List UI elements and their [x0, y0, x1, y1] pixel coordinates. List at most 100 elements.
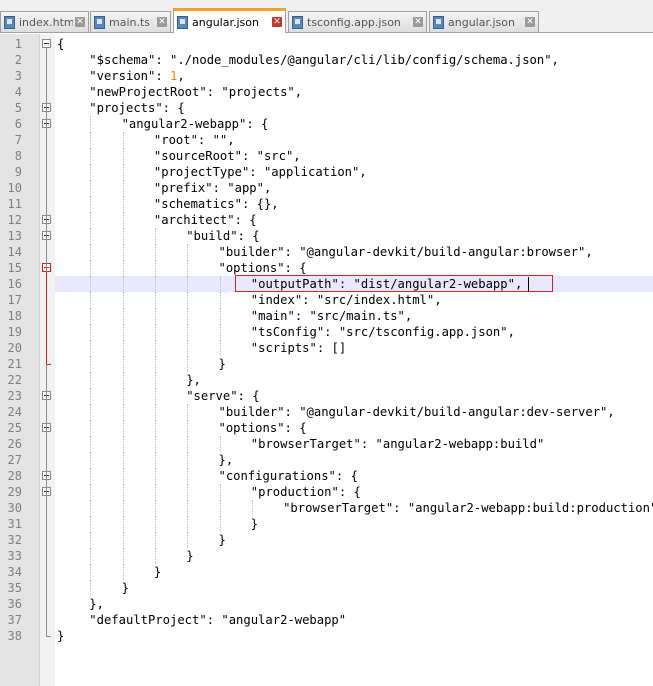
code-line[interactable]: 37 "defaultProject": "angular2-webapp" — [0, 612, 653, 628]
tab-angular-json-5[interactable]: angular.json ✕ — [429, 11, 539, 32]
code-text[interactable]: "browserTarget": "angular2-webapp:build" — [251, 436, 545, 452]
code-line[interactable]: 1{ — [0, 36, 653, 52]
code-text[interactable]: } — [57, 628, 64, 644]
code-text[interactable]: } — [186, 548, 193, 564]
code-line[interactable]: 12 "architect": { — [0, 212, 653, 228]
code-text[interactable]: "options": { — [219, 420, 307, 436]
code-text[interactable]: }, — [89, 596, 104, 612]
code-line[interactable]: 29 "production": { — [0, 484, 653, 500]
code-editor[interactable]: 1{2 "$schema": "./node_modules/@angular/c… — [0, 34, 653, 686]
indent-guide — [122, 516, 124, 532]
code-text[interactable]: "newProjectRoot": "projects", — [89, 84, 302, 100]
code-line[interactable]: 34} — [0, 564, 653, 580]
code-line[interactable]: 24 "builder": "@angular-devkit/build-angu… — [0, 404, 653, 420]
tab-tsconfig-app-json-4[interactable]: tsconfig.app.json ✕ — [288, 11, 427, 32]
line-number: 36 — [7, 597, 22, 611]
code-line[interactable]: 15 "options": { — [0, 260, 653, 276]
code-line[interactable]: 28 "configurations": { — [0, 468, 653, 484]
code-line[interactable]: 22}, — [0, 372, 653, 388]
code-line[interactable]: 20 "scripts": [] — [0, 340, 653, 356]
indent-guide — [90, 180, 92, 196]
code-text[interactable]: "scripts": [] — [251, 340, 346, 356]
code-text[interactable]: "build": { — [186, 228, 259, 244]
close-tab-icon[interactable]: ✕ — [157, 17, 167, 27]
code-text[interactable]: }, — [186, 372, 201, 388]
indent-guide — [187, 260, 189, 276]
code-text[interactable]: "builder": "@angular-devkit/build-angula… — [219, 244, 593, 260]
code-text[interactable]: "root": "", — [154, 132, 235, 148]
code-line[interactable]: 4 "newProjectRoot": "projects", — [0, 84, 653, 100]
code-line[interactable]: 7 "root": "", — [0, 132, 653, 148]
code-line[interactable]: 2 "$schema": "./node_modules/@angular/cli… — [0, 52, 653, 68]
code-text[interactable]: "builder": "@angular-devkit/build-angula… — [219, 404, 615, 420]
file-icon — [292, 15, 303, 29]
code-text[interactable]: "schematics": {}, — [154, 196, 279, 212]
code-text[interactable]: "production": { — [251, 484, 361, 500]
code-line[interactable]: 23 "serve": { — [0, 388, 653, 404]
code-text[interactable]: } — [154, 564, 161, 580]
file-icon — [177, 15, 188, 29]
indent-guide — [90, 324, 92, 340]
code-text[interactable]: "sourceRoot": "src", — [154, 148, 301, 164]
close-tab-icon[interactable]: ✕ — [413, 17, 423, 27]
code-text[interactable]: "options": { — [219, 260, 307, 276]
code-line[interactable]: 35} — [0, 580, 653, 596]
code-text[interactable]: "prefix": "app", — [154, 180, 271, 196]
code-text[interactable]: "projectType": "application", — [154, 164, 367, 180]
code-text[interactable]: "browserTarget": "angular2-webapp:build:… — [283, 500, 653, 516]
code-line[interactable]: 26 "browserTarget": "angular2-webapp:buil… — [0, 436, 653, 452]
code-line[interactable]: 6 "angular2-webapp": { — [0, 116, 653, 132]
tab-index-html-1[interactable]: index.html ✕ — [0, 11, 89, 32]
code-text[interactable]: "configurations": { — [219, 468, 358, 484]
code-line[interactable]: 27}, — [0, 452, 653, 468]
code-line[interactable]: 19 "tsConfig": "src/tsconfig.app.json", — [0, 324, 653, 340]
code-text[interactable]: }, — [219, 452, 234, 468]
line-number: 35 — [7, 581, 22, 595]
code-text[interactable]: "architect": { — [154, 212, 257, 228]
code-line[interactable]: 31} — [0, 516, 653, 532]
code-text[interactable]: { — [57, 36, 64, 52]
tab-main-ts-2[interactable]: main.ts ✕ — [90, 11, 171, 32]
indent-guide — [122, 164, 124, 180]
code-line[interactable]: 13 "build": { — [0, 228, 653, 244]
code-text[interactable]: } — [122, 580, 129, 596]
code-text[interactable]: "tsConfig": "src/tsconfig.app.json", — [251, 324, 515, 340]
close-tab-icon[interactable]: ✕ — [75, 17, 85, 27]
code-line[interactable]: 36}, — [0, 596, 653, 612]
code-text[interactable]: "version": 1, — [89, 68, 184, 84]
code-line[interactable]: 33} — [0, 548, 653, 564]
code-text[interactable]: "angular2-webapp": { — [122, 116, 269, 132]
code-text[interactable]: "main": "src/main.ts", — [251, 308, 412, 324]
code-text[interactable]: "index": "src/index.html", — [251, 292, 442, 308]
code-line[interactable]: 14 "builder": "@angular-devkit/build-angu… — [0, 244, 653, 260]
code-line[interactable]: 32} — [0, 532, 653, 548]
code-text[interactable]: "serve": { — [186, 388, 259, 404]
fold-toggle-icon[interactable] — [42, 39, 51, 48]
line-number: 31 — [7, 517, 22, 531]
code-line[interactable]: 17 "index": "src/index.html", — [0, 292, 653, 308]
code-line[interactable]: 18 "main": "src/main.ts", — [0, 308, 653, 324]
code-text[interactable]: } — [219, 356, 226, 372]
code-line[interactable]: 30 "browserTarget": "angular2-webapp:buil… — [0, 500, 653, 516]
code-text[interactable]: "defaultProject": "angular2-webapp" — [89, 612, 346, 628]
code-line[interactable]: 9 "projectType": "application", — [0, 164, 653, 180]
code-line[interactable]: 11 "schematics": {}, — [0, 196, 653, 212]
indent-guide — [219, 324, 221, 340]
indent-guide — [122, 132, 124, 148]
code-line[interactable]: 25 "options": { — [0, 420, 653, 436]
tab-angular-json-3[interactable]: angular.json ✕ — [173, 8, 286, 33]
indent-guide — [219, 340, 221, 356]
code-text[interactable]: } — [251, 516, 258, 532]
line-number: 8 — [14, 149, 22, 163]
code-line[interactable]: 38} — [0, 628, 653, 644]
code-line[interactable]: 8 "sourceRoot": "src", — [0, 148, 653, 164]
close-tab-icon[interactable]: ✕ — [525, 17, 535, 27]
code-text[interactable]: "$schema": "./node_modules/@angular/cli/… — [89, 52, 559, 68]
code-text[interactable]: } — [219, 532, 226, 548]
code-text[interactable]: "projects": { — [89, 100, 184, 116]
code-line[interactable]: 21} — [0, 356, 653, 372]
code-line[interactable]: 5 "projects": { — [0, 100, 653, 116]
close-tab-icon[interactable]: ✕ — [272, 17, 282, 27]
code-line[interactable]: 10 "prefix": "app", — [0, 180, 653, 196]
code-line[interactable]: 3 "version": 1, — [0, 68, 653, 84]
